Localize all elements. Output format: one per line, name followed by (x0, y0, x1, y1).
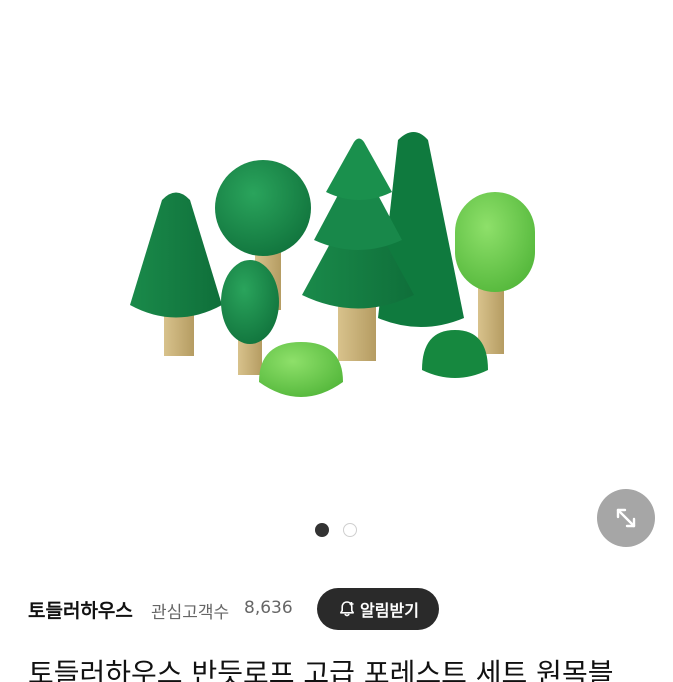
product-title: 토들러하우스 반듯로프 고급 포레스트 세트 원목블 (28, 657, 614, 682)
store-name[interactable]: 토들러하우스 (28, 596, 133, 623)
product-image-gallery[interactable] (0, 0, 673, 560)
alert-subscribe-button[interactable]: 알림받기 (317, 588, 439, 630)
store-info-row: 토들러하우스 관심고객수 8,636 알림받기 (28, 588, 648, 630)
interest-count: 8,636 (244, 598, 293, 618)
pagination-dot[interactable] (343, 523, 357, 537)
pagination-dot-active[interactable] (315, 523, 329, 537)
bell-plus-icon (340, 601, 355, 617)
gallery-pagination (0, 523, 673, 543)
product-image-forest-set (130, 132, 535, 397)
alert-button-label: 알림받기 (360, 601, 419, 620)
interest-label: 관심고객수 (151, 603, 230, 623)
